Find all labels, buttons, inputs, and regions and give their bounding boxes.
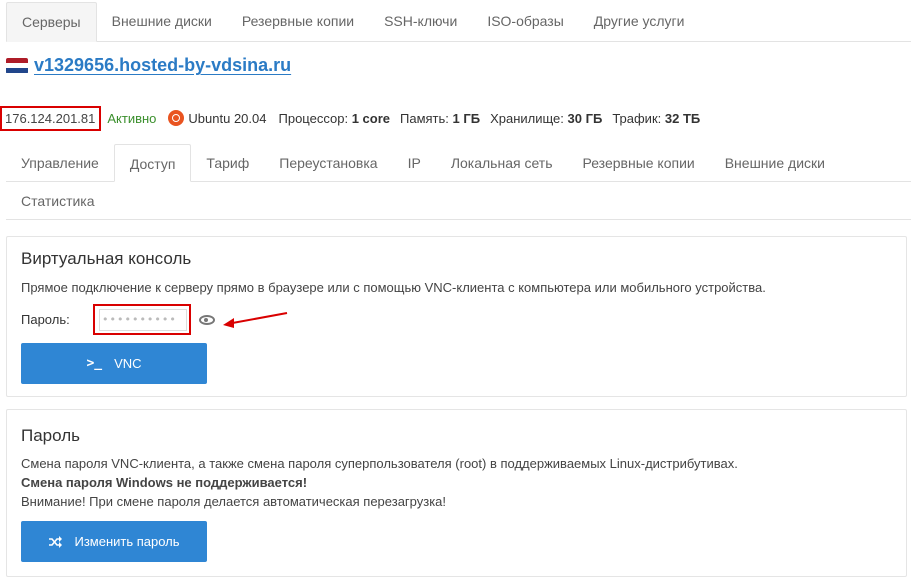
vnc-button[interactable]: >_ VNC bbox=[21, 343, 207, 384]
cpu-value: 1 core bbox=[351, 110, 390, 126]
ram-spec: Память: 1 ГБ bbox=[400, 111, 480, 126]
tab-ip[interactable]: IP bbox=[393, 144, 436, 182]
tab-management[interactable]: Управление bbox=[6, 144, 114, 182]
storage-value: 30 ГБ bbox=[567, 110, 603, 126]
ram-label: Память: bbox=[400, 110, 449, 126]
terminal-icon: >_ bbox=[86, 356, 103, 371]
console-title: Виртуальная консоль bbox=[21, 249, 192, 268]
console-description: Прямое подключение к серверу прямо в бра… bbox=[21, 280, 766, 295]
traffic-label: Трафик: bbox=[612, 110, 662, 126]
password-highlight bbox=[93, 304, 191, 335]
ram-value: 1 ГБ bbox=[452, 110, 481, 126]
password-panel-line1: Смена пароля VNC-клиента, а также смена … bbox=[21, 456, 738, 471]
password-label: Пароль: bbox=[21, 312, 70, 327]
server-sub-tabs: Управление Доступ Тариф Переустановка IP… bbox=[6, 144, 911, 220]
password-row: Пароль: bbox=[21, 304, 291, 335]
shuffle-icon bbox=[49, 535, 63, 548]
server-hostname-link[interactable]: v1329656.hosted-by-vdsina.ru bbox=[34, 55, 291, 76]
sub-tabs-row-1: Управление Доступ Тариф Переустановка IP… bbox=[6, 144, 911, 182]
tab-backups-server[interactable]: Резервные копии bbox=[567, 144, 709, 182]
ubuntu-icon bbox=[168, 110, 185, 126]
tab-local-network[interactable]: Локальная сеть bbox=[436, 144, 568, 182]
sub-tabs-row-2: Статистика bbox=[6, 182, 911, 220]
change-password-button[interactable]: Изменить пароль bbox=[21, 521, 207, 562]
eye-icon[interactable] bbox=[199, 314, 215, 325]
password-panel-line3: Внимание! При смене пароля делается авто… bbox=[21, 494, 447, 509]
change-password-label: Изменить пароль bbox=[74, 534, 180, 549]
top-tabs: Серверы Внешние диски Резервные копии SS… bbox=[6, 2, 911, 42]
tab-statistics[interactable]: Статистика bbox=[6, 182, 110, 220]
storage-label: Хранилище: bbox=[490, 110, 564, 126]
red-arrow-annotation bbox=[223, 311, 288, 328]
server-info: 176.124.201.81 Активно Ubuntu 20.04 Проц… bbox=[0, 105, 710, 131]
cpu-spec: Процессор: 1 core bbox=[279, 111, 391, 126]
tab-other-services[interactable]: Другие услуги bbox=[579, 2, 700, 42]
tab-external-disks[interactable]: Внешние диски bbox=[97, 2, 227, 42]
tab-external-disks-server[interactable]: Внешние диски bbox=[710, 144, 840, 182]
tab-ssh-keys[interactable]: SSH-ключи bbox=[369, 2, 472, 42]
status-badge: Активно bbox=[107, 110, 157, 126]
password-panel-warning: Смена пароля Windows не поддерживается! bbox=[21, 475, 308, 490]
password-panel-title: Пароль bbox=[21, 426, 80, 445]
cpu-label: Процессор: bbox=[278, 110, 349, 126]
password-panel: Пароль Смена пароля VNC-клиента, а также… bbox=[6, 409, 907, 577]
traffic-spec: Трафик: 32 ТБ bbox=[612, 111, 700, 126]
password-field[interactable] bbox=[99, 308, 187, 331]
os-name: Ubuntu 20.04 bbox=[188, 110, 267, 126]
server-header: v1329656.hosted-by-vdsina.ru bbox=[6, 55, 291, 76]
tab-reinstall[interactable]: Переустановка bbox=[264, 144, 392, 182]
tab-access[interactable]: Доступ bbox=[113, 144, 192, 182]
tab-servers[interactable]: Серверы bbox=[6, 2, 97, 42]
tab-backups[interactable]: Резервные копии bbox=[227, 2, 369, 42]
virtual-console-panel: Виртуальная консоль Прямое подключение к… bbox=[6, 236, 907, 397]
tab-iso-images[interactable]: ISO-образы bbox=[472, 2, 578, 42]
vnc-button-label: VNC bbox=[114, 356, 142, 371]
netherlands-flag-icon bbox=[6, 57, 28, 74]
tab-tariff[interactable]: Тариф bbox=[191, 144, 264, 182]
traffic-value: 32 ТБ bbox=[664, 110, 701, 126]
server-ip: 176.124.201.81 bbox=[0, 105, 102, 131]
storage-spec: Хранилище: 30 ГБ bbox=[490, 111, 602, 126]
